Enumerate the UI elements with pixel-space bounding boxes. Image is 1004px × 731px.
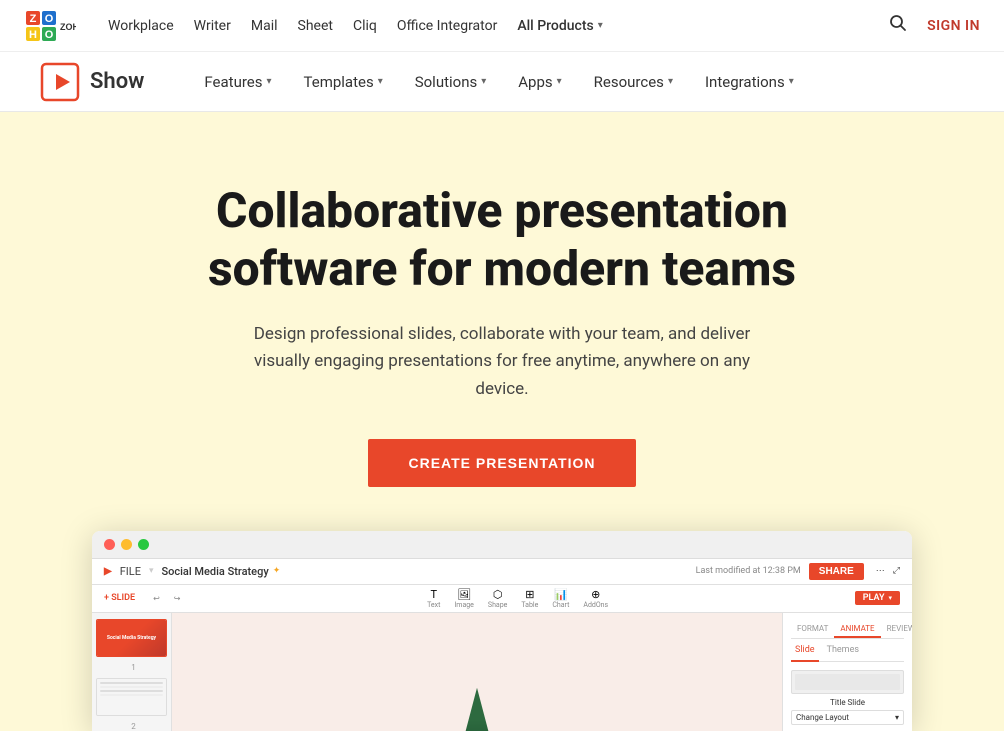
templates-chevron-icon: ▾ <box>378 76 383 87</box>
window-close-dot <box>104 539 115 550</box>
nav-mail[interactable]: Mail <box>251 18 278 34</box>
all-products-dropdown[interactable]: All Products ▾ <box>517 18 602 34</box>
svg-text:O: O <box>45 29 54 41</box>
window-minimize-dot <box>121 539 132 550</box>
zoho-logo-svg: Z O H O ZOHO <box>24 7 76 45</box>
tools-group: T Text 🖼 Image ⬡ Shape ⊞ Table <box>427 588 608 609</box>
slide-label: + SLIDE <box>104 593 135 603</box>
tool-redo-icon: ↪ <box>174 594 181 603</box>
share-button[interactable]: SHARE <box>809 563 864 580</box>
window-maximize-dot <box>138 539 149 550</box>
show-logo-icon <box>40 62 80 102</box>
nav-writer[interactable]: Writer <box>194 18 231 34</box>
change-layout-dropdown[interactable]: Change Layout ▾ <box>791 710 904 725</box>
themes-subtab[interactable]: Themes <box>823 643 863 657</box>
top-navigation: Z O H O ZOHO Workplace Writer Mail Sheet… <box>0 0 1004 52</box>
top-nav-right: SIGN IN <box>889 14 980 37</box>
zoho-logo-area[interactable]: Z O H O ZOHO <box>24 7 76 45</box>
right-panel: FORMAT ANIMATE REVIEW Slide Themes Title… <box>782 613 912 731</box>
nav-apps[interactable]: Apps ▾ <box>518 73 561 91</box>
apps-chevron-icon: ▾ <box>557 76 562 87</box>
app-preview-wrapper: ▶ FILE ▾ Social Media Strategy ✦ Last mo… <box>92 531 912 731</box>
chart-tool[interactable]: 📊 Chart <box>552 588 569 609</box>
product-logo-area[interactable]: Show <box>40 62 144 102</box>
slide-thumb-1[interactable]: Social Media Strategy <box>96 619 167 657</box>
nav-cliq[interactable]: Cliq <box>353 18 377 34</box>
app-toolbar: ▶ FILE ▾ Social Media Strategy ✦ Last mo… <box>92 559 912 585</box>
slide-tools-row: + SLIDE ↩ ↪ T Text 🖼 Image ⬡ Shape <box>92 585 912 613</box>
search-icon <box>889 14 907 32</box>
change-layout-chevron: ▾ <box>895 713 899 722</box>
product-navigation: Show Features ▾ Templates ▾ Solutions ▾ … <box>0 52 1004 112</box>
top-nav-links: Workplace Writer Mail Sheet Cliq Office … <box>108 18 889 34</box>
nav-integrations[interactable]: Integrations ▾ <box>705 73 794 91</box>
slide-thumb-2[interactable] <box>96 678 167 716</box>
svg-text:ZOHO: ZOHO <box>60 22 76 32</box>
table-tool[interactable]: ⊞ Table <box>521 588 538 609</box>
addons-tool[interactable]: ⊕ AddOns <box>583 588 608 609</box>
slide-themes-tabs: Slide Themes <box>791 643 904 662</box>
sign-in-link[interactable]: SIGN IN <box>927 18 980 34</box>
all-products-chevron-icon: ▾ <box>598 20 603 31</box>
format-tab[interactable]: FORMAT <box>791 621 834 638</box>
svg-text:O: O <box>45 13 54 25</box>
animate-tab[interactable]: ANIMATE <box>834 621 880 638</box>
hero-headline: Collaborative presentation software for … <box>152 182 852 297</box>
nav-sheet[interactable]: Sheet <box>298 18 333 34</box>
nav-office-integrator[interactable]: Office Integrator <box>397 18 497 34</box>
title-slide-label: Title Slide <box>791 698 904 707</box>
integrations-chevron-icon: ▾ <box>789 76 794 87</box>
resources-chevron-icon: ▾ <box>668 76 673 87</box>
slide-subtab[interactable]: Slide <box>791 643 819 662</box>
canvas-tree-graphic <box>447 688 507 731</box>
review-tab[interactable]: REVIEW <box>881 621 912 638</box>
layout-preview <box>791 670 904 694</box>
app-preview: ▶ FILE ▾ Social Media Strategy ✦ Last mo… <box>92 531 912 731</box>
slides-panel: Social Media Strategy 1 2 <box>92 613 172 731</box>
format-tabs: FORMAT ANIMATE REVIEW <box>791 621 904 639</box>
nav-features[interactable]: Features ▾ <box>204 73 271 91</box>
search-button[interactable] <box>889 14 907 37</box>
slide-canvas <box>172 613 782 731</box>
nav-resources[interactable]: Resources ▾ <box>594 73 673 91</box>
svg-text:H: H <box>29 29 37 41</box>
text-tool[interactable]: T Text <box>427 588 440 609</box>
shape-tool[interactable]: ⬡ Shape <box>488 588 507 609</box>
presentation-title: Social Media Strategy ✦ <box>161 565 280 578</box>
product-name: Show <box>90 69 144 94</box>
layout-section: Title Slide Change Layout ▾ <box>791 670 904 725</box>
file-menu[interactable]: FILE <box>120 565 141 578</box>
show-app-icon: ▶ <box>104 566 112 577</box>
play-button[interactable]: PLAY ▾ <box>855 591 900 605</box>
features-chevron-icon: ▾ <box>266 76 271 87</box>
svg-text:Z: Z <box>30 13 37 25</box>
tool-undo-icon: ↩ <box>153 594 160 603</box>
app-body: Social Media Strategy 1 2 <box>92 613 912 731</box>
icon-placeholder-1: ⋯ <box>876 566 885 576</box>
last-modified-text: Last modified at 12:38 PM <box>696 566 801 576</box>
nav-solutions[interactable]: Solutions ▾ <box>415 73 487 91</box>
nav-templates[interactable]: Templates ▾ <box>304 73 383 91</box>
all-products-label: All Products <box>517 18 593 34</box>
hero-section: Collaborative presentation software for … <box>0 112 1004 731</box>
hero-subtext: Design professional slides, collaborate … <box>242 321 762 403</box>
create-presentation-button[interactable]: CREATE PRESENTATION <box>368 439 635 487</box>
product-nav-links: Features ▾ Templates ▾ Solutions ▾ Apps … <box>204 73 793 91</box>
solutions-chevron-icon: ▾ <box>481 76 486 87</box>
nav-workplace[interactable]: Workplace <box>108 18 174 34</box>
image-tool[interactable]: 🖼 Image <box>454 588 474 609</box>
window-chrome <box>92 531 912 559</box>
icon-placeholder-2: ⤢ <box>893 566 900 576</box>
